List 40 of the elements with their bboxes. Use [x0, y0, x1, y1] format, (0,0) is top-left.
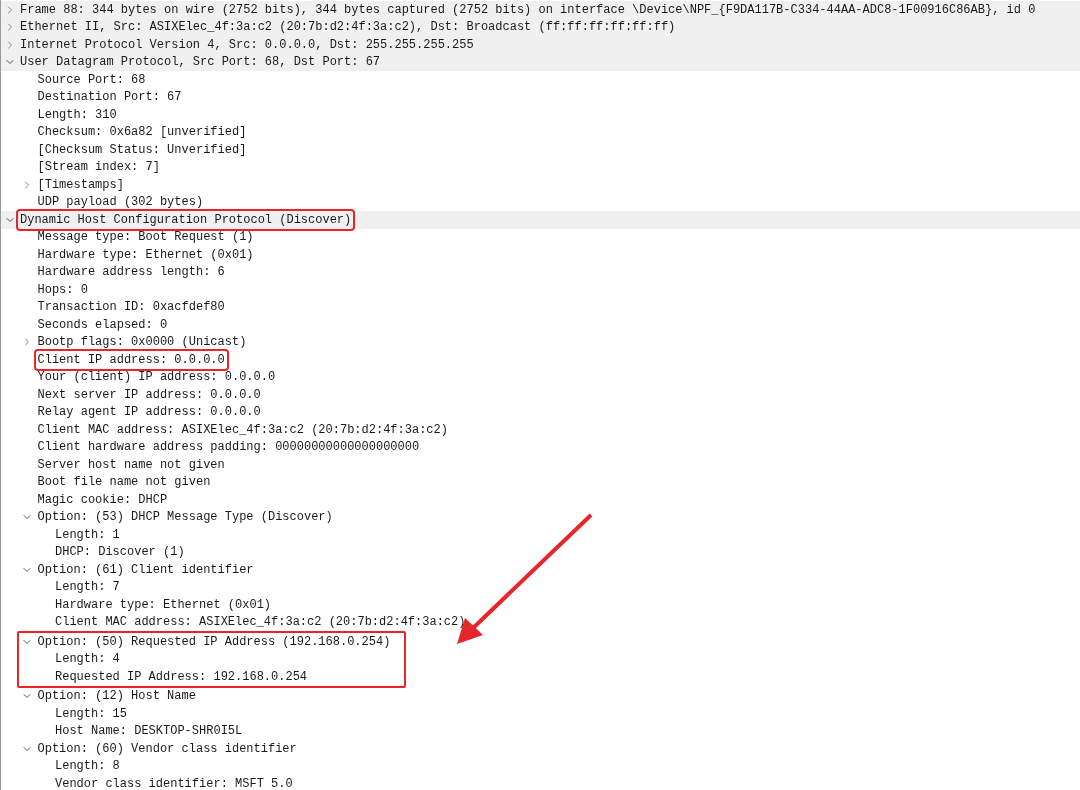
tree-item[interactable]: [Stream index: 7] — [35, 158, 162, 177]
tree-item[interactable]: Boot file name not given — [35, 473, 213, 492]
tree-item[interactable]: Server host name not given — [35, 455, 227, 474]
tree-item[interactable]: UDP payload (302 bytes) — [35, 193, 206, 212]
tree-item[interactable]: Host Name: DESKTOP-SHR0I5L — [53, 722, 245, 741]
tree-item[interactable]: Checksum: 0x6a82 [unverified] — [35, 123, 249, 142]
tree-item[interactable]: Your (client) IP address: 0.0.0.0 — [35, 368, 278, 387]
tree-item[interactable]: Magic cookie: DHCP — [35, 490, 170, 509]
tree-item[interactable]: Destination Port: 67 — [35, 88, 184, 107]
tree-item[interactable]: Next server IP address: 0.0.0.0 — [35, 385, 263, 404]
tree-item[interactable]: Option: (53) DHCP Message Type (Discover) — [35, 508, 335, 527]
tree-item[interactable]: Seconds elapsed: 0 — [35, 315, 170, 334]
tree-item[interactable]: Relay agent IP address: 0.0.0.0 — [35, 403, 263, 422]
tree-item[interactable]: Length: 8 — [53, 757, 122, 776]
tree-item[interactable]: Bootp flags: 0x0000 (Unicast) — [35, 333, 249, 352]
tree-item[interactable]: Client MAC address: ASIXElec_4f:3a:c2 (20:7b:d2:4f:3a:c2) — [35, 420, 450, 439]
tree-item[interactable]: Hardware address length: 6 — [35, 263, 227, 282]
tree-item[interactable]: Hardware type: Ethernet (0x01) — [35, 245, 256, 264]
tree-item[interactable]: Option: (60) Vendor class identifier — [35, 739, 299, 758]
tree-item[interactable]: Length: 310 — [35, 105, 119, 124]
tree-item[interactable]: Requested IP Address: 192.168.0.254 — [53, 667, 310, 686]
tree-item[interactable]: Hops: 0 — [35, 280, 90, 299]
tree-item[interactable]: Option: (12) Host Name — [35, 687, 198, 706]
tree-item[interactable]: [Timestamps] — [35, 175, 126, 194]
tree-item[interactable]: [Checksum Status: Unverified] — [35, 140, 249, 159]
tree-item[interactable]: Option: (50) Requested IP Address (192.168.0.254) — [35, 632, 393, 651]
tree-item[interactable]: Client MAC address: ASIXElec_4f:3a:c2 (20:7b:d2:4f:3a:c2) — [53, 613, 468, 632]
tree-item[interactable]: DHCP: Discover (1) — [53, 543, 187, 562]
tree-item[interactable]: Client IP address: 0.0.0.0 — [35, 350, 227, 369]
tree-item[interactable]: Source Port: 68 — [35, 70, 148, 89]
tree-item[interactable]: Length: 7 — [53, 578, 122, 597]
tree-item[interactable]: Hardware type: Ethernet (0x01) — [53, 595, 274, 614]
tree-item[interactable]: Transaction ID: 0xacfdef80 — [35, 298, 227, 317]
tree-item[interactable]: Message type: Boot Request (1) — [35, 228, 256, 247]
tree-item[interactable]: Length: 4 — [53, 650, 122, 669]
tree-item[interactable]: Length: 1 — [53, 525, 122, 544]
tree-item[interactable]: Vendor class identifier: MSFT 5.0 — [53, 774, 295, 790]
tree-item[interactable]: Option: (61) Client identifier — [35, 560, 256, 579]
tree-item[interactable]: Client hardware address padding: 00000000000000000000 — [35, 438, 422, 457]
tree-item[interactable]: Length: 15 — [53, 704, 129, 723]
